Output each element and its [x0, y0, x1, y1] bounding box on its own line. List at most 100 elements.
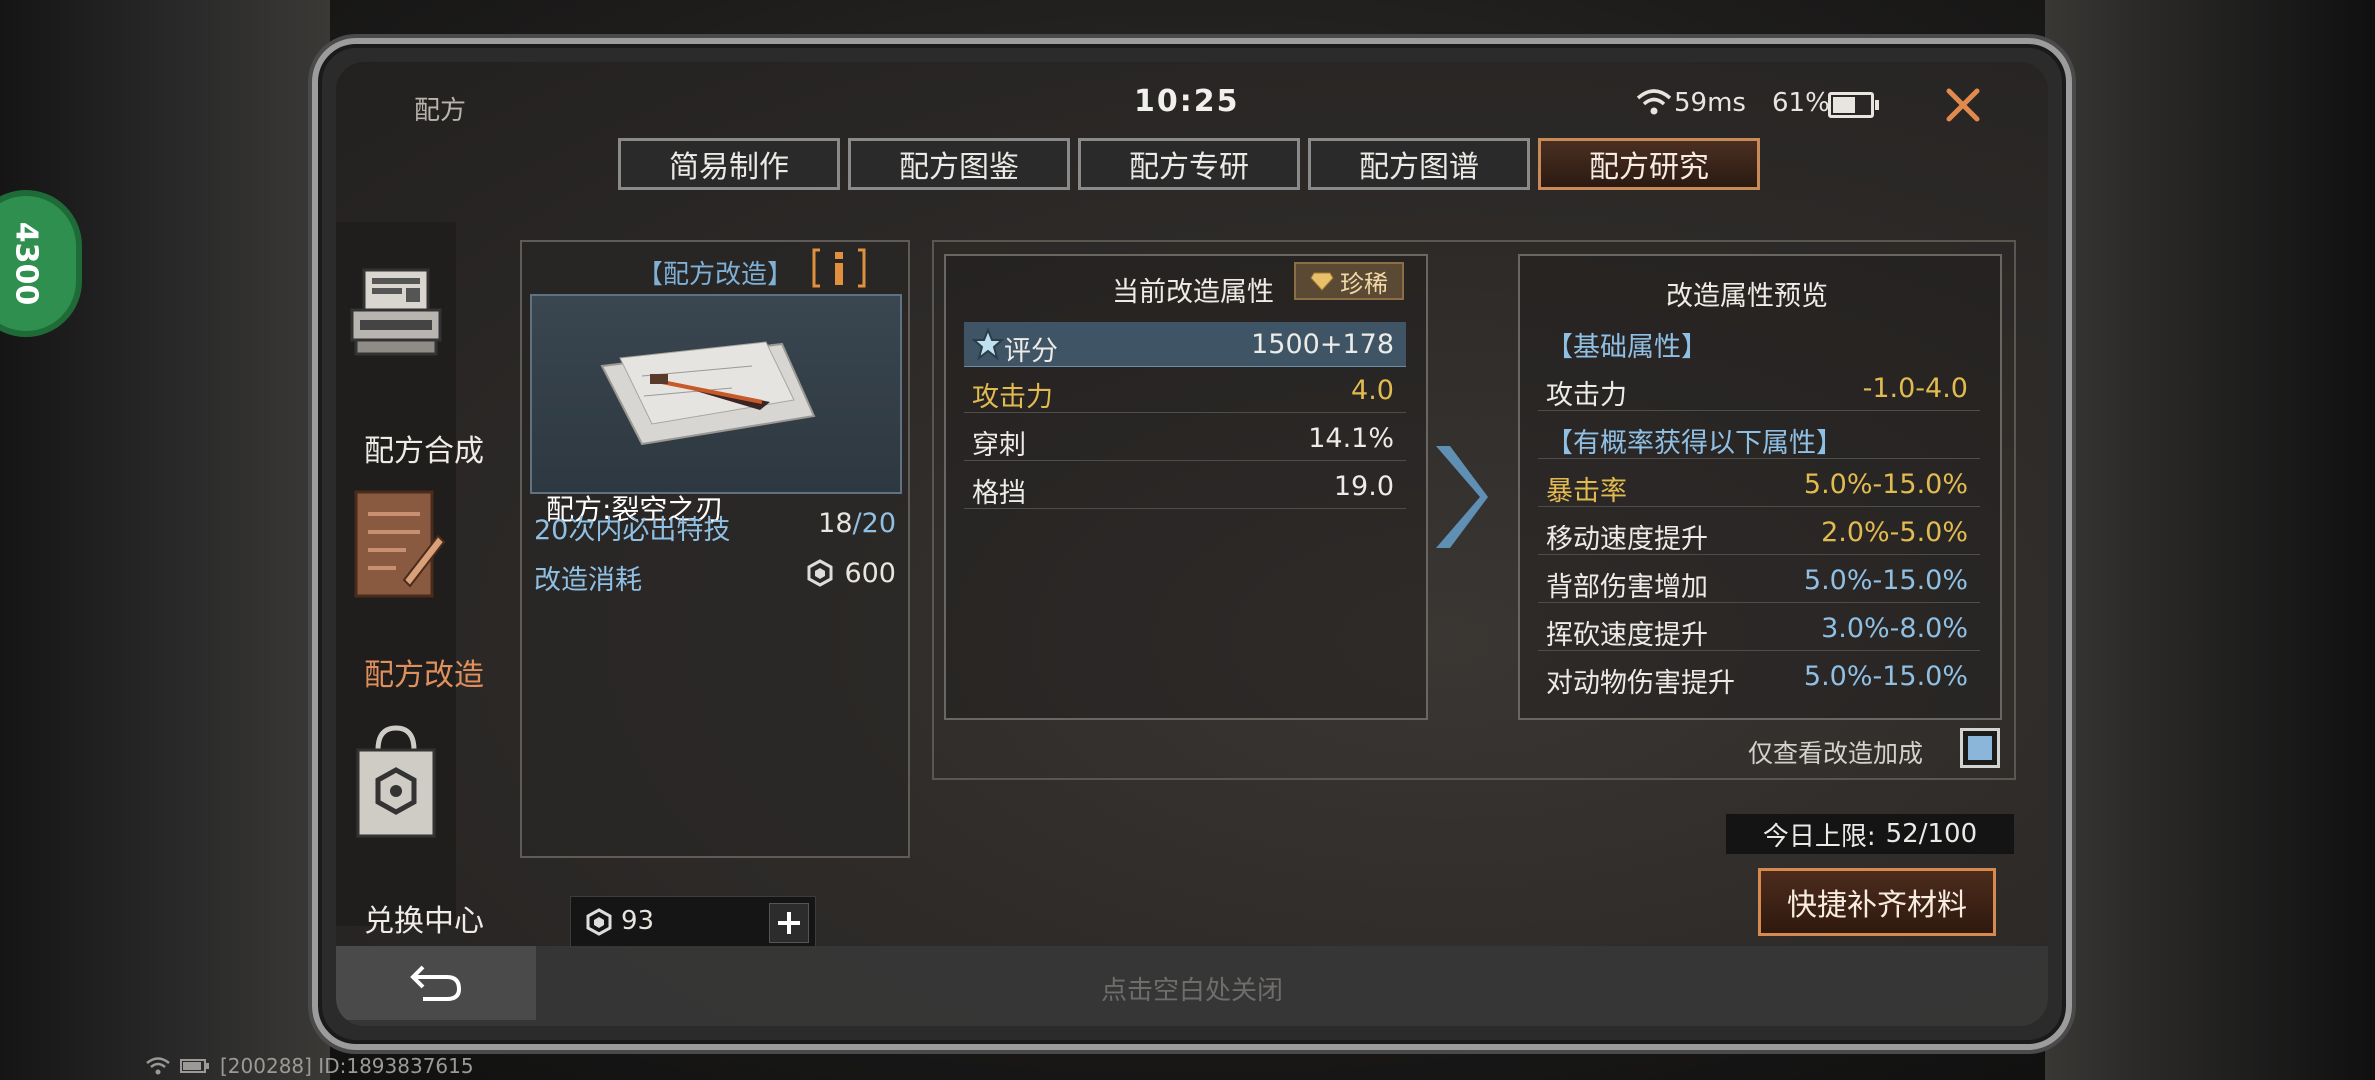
battery-icon: [1828, 92, 1879, 118]
attr-value: 19.0: [1333, 471, 1394, 502]
window-title: 配方: [414, 96, 467, 126]
hex-token-icon: [586, 908, 612, 936]
nav-item-recipe-synthesis[interactable]: [336, 222, 456, 422]
cost-value: 600: [806, 558, 896, 589]
tab-bar: 简易制作 配方图鉴 配方专研 配方图谱 配方研究: [618, 138, 1760, 190]
add-currency-button[interactable]: [769, 903, 809, 943]
only-bonus-label: 仅查看改造加成: [1748, 739, 1924, 768]
printer-icon: [350, 268, 442, 356]
chance-attributes-header: 【有概率获得以下属性】: [1546, 428, 1843, 459]
guarantee-progress: 18/20: [818, 508, 896, 539]
attr-key: 攻击力: [972, 382, 1053, 413]
guarantee-separator: /: [852, 508, 862, 539]
attr-value: -1.0-4.0: [1862, 373, 1968, 404]
recipe-panel: 【配方改造】 配方:裂空之刃 20次内必出特技 18/20 改造消耗 600: [520, 240, 910, 858]
attr-value: 14.1%: [1308, 423, 1394, 454]
wifi-icon: [146, 1057, 170, 1075]
nav-label-exchange-center: 兑换中心: [364, 904, 484, 939]
blade-blueprint-icon: [600, 341, 816, 446]
attr-key: 对动物伤害提升: [1546, 668, 1735, 699]
base-attributes-header-row: 【基础属性】: [1538, 318, 1980, 363]
notebook-pen-icon: [354, 490, 446, 598]
guarantee-label: 20次内必出特技: [534, 515, 731, 546]
attr-row-attack: 攻击力 4.0: [964, 368, 1406, 413]
attr-key: 移动速度提升: [1546, 524, 1708, 555]
chevron-right-icon: [1436, 446, 1488, 548]
attr-row-block: 格挡 19.0: [964, 464, 1406, 509]
background-right: [2045, 0, 2375, 1080]
only-bonus-checkbox[interactable]: [1960, 728, 2000, 768]
preview-row-attack: 攻击力 -1.0-4.0: [1538, 366, 1980, 411]
system-id-text: [200288] ID:1893837615: [220, 1054, 474, 1078]
attr-key: 暴击率: [1546, 476, 1627, 507]
ping-value: 59ms: [1674, 88, 1746, 118]
currency-value: 93: [621, 906, 655, 936]
attr-value: 1500+178: [1251, 329, 1394, 360]
attr-key: 挥砍速度提升: [1546, 620, 1708, 651]
attr-value: 4.0: [1351, 375, 1394, 406]
left-nav: 配方合成 配方改造 兑换中心: [336, 222, 484, 939]
background-left: [0, 0, 330, 1080]
tab-recipe-study[interactable]: 配方专研: [1078, 138, 1300, 190]
attr-key: 穿刺: [972, 430, 1026, 461]
cost-amount: 600: [844, 558, 896, 589]
preview-row-back-damage: 背部伤害增加 5.0%-15.0%: [1538, 558, 1980, 603]
bottom-bar[interactable]: 点击空白处关闭: [336, 946, 2048, 1026]
clock: 10:25: [1134, 84, 1240, 119]
attr-value: 5.0%-15.0%: [1803, 565, 1968, 596]
battery-icon: [180, 1059, 209, 1073]
side-float-badge[interactable]: 4300: [0, 190, 82, 337]
preview-row-swing-speed: 挥砍速度提升 3.0%-8.0%: [1538, 606, 1980, 651]
tab-recipe-catalog[interactable]: 配方图鉴: [848, 138, 1070, 190]
nav-item-exchange-center[interactable]: [336, 722, 456, 882]
chance-attributes-header-row: 【有概率获得以下属性】: [1538, 414, 1980, 459]
attr-value: 5.0%-15.0%: [1803, 469, 1968, 500]
battery-percent: 61%: [1772, 88, 1830, 118]
daily-limit: 今日上限: 52/100: [1726, 814, 2014, 854]
daily-limit-value: 52/100: [1885, 819, 1978, 849]
attr-value: 2.0%-5.0%: [1821, 517, 1968, 548]
shopping-bag-icon: [356, 725, 436, 838]
attr-key: 背部伤害增加: [1546, 572, 1708, 603]
star-icon: [972, 328, 1004, 360]
nav-item-recipe-modify[interactable]: [336, 484, 456, 654]
base-attributes-header: 【基础属性】: [1546, 332, 1708, 363]
game-screen: 配方 10:25 59ms 61% 简易制作 配方图鉴 配方专研 配方图谱 配方…: [336, 62, 2048, 1026]
preview-row-animal-damage: 对动物伤害提升 5.0%-15.0%: [1538, 654, 1980, 699]
preview-row-move-speed: 移动速度提升 2.0%-5.0%: [1538, 510, 1980, 555]
attr-key: 评分: [1004, 336, 1058, 367]
status-bar: 配方 10:25 59ms 61%: [336, 62, 2048, 128]
tab-recipe-atlas[interactable]: 配方图谱: [1308, 138, 1530, 190]
daily-limit-label: 今日上限:: [1762, 821, 1876, 852]
attr-key: 攻击力: [1546, 380, 1627, 411]
preview-title: 改造属性预览: [1666, 281, 1828, 312]
tab-simple-craft[interactable]: 简易制作: [618, 138, 840, 190]
attr-value: 3.0%-8.0%: [1821, 613, 1968, 644]
attr-value: 5.0%-15.0%: [1803, 661, 1968, 692]
guarantee-current: 18: [818, 508, 853, 539]
cost-label: 改造消耗: [534, 565, 642, 596]
recipe-item-image[interactable]: 配方:裂空之刃: [530, 294, 902, 526]
preview-attributes-box: 改造属性预览 【基础属性】 攻击力 -1.0-4.0 【有概率获得以下属性】 暴…: [1518, 254, 2002, 720]
close-icon: [1946, 88, 1980, 122]
attr-key: 格挡: [972, 478, 1026, 509]
info-icon[interactable]: [812, 246, 866, 290]
plus-icon: [778, 912, 800, 934]
tab-recipe-research[interactable]: 配方研究: [1538, 138, 1760, 190]
device-frame: 配方 10:25 59ms 61% 简易制作 配方图鉴 配方专研 配方图谱 配方…: [312, 38, 2072, 1050]
quick-fill-materials-button[interactable]: 快捷补齐材料: [1758, 868, 1996, 936]
current-attributes-title: 当前改造属性: [1112, 277, 1274, 308]
system-info-bar: [200288] ID:1893837615: [146, 1054, 474, 1078]
preview-row-crit: 暴击率 5.0%-15.0%: [1538, 462, 1980, 507]
close-button[interactable]: [1936, 78, 1990, 132]
rarity-label: 珍稀: [1340, 269, 1388, 298]
hex-token-icon: [807, 559, 833, 587]
guarantee-total: 20: [861, 508, 896, 539]
wifi-icon: [1636, 89, 1672, 115]
diamond-icon: [1310, 272, 1334, 291]
close-hint: 点击空白处关闭: [1100, 976, 1283, 1006]
rarity-badge: 珍稀: [1294, 262, 1404, 300]
attr-row-pierce: 穿刺 14.1%: [964, 416, 1406, 461]
currency-counter: 93: [570, 896, 816, 948]
current-attributes-box: 当前改造属性 珍稀 评分 1500+178 攻击力 4.0 穿刺 14.1% 格…: [944, 254, 1428, 720]
